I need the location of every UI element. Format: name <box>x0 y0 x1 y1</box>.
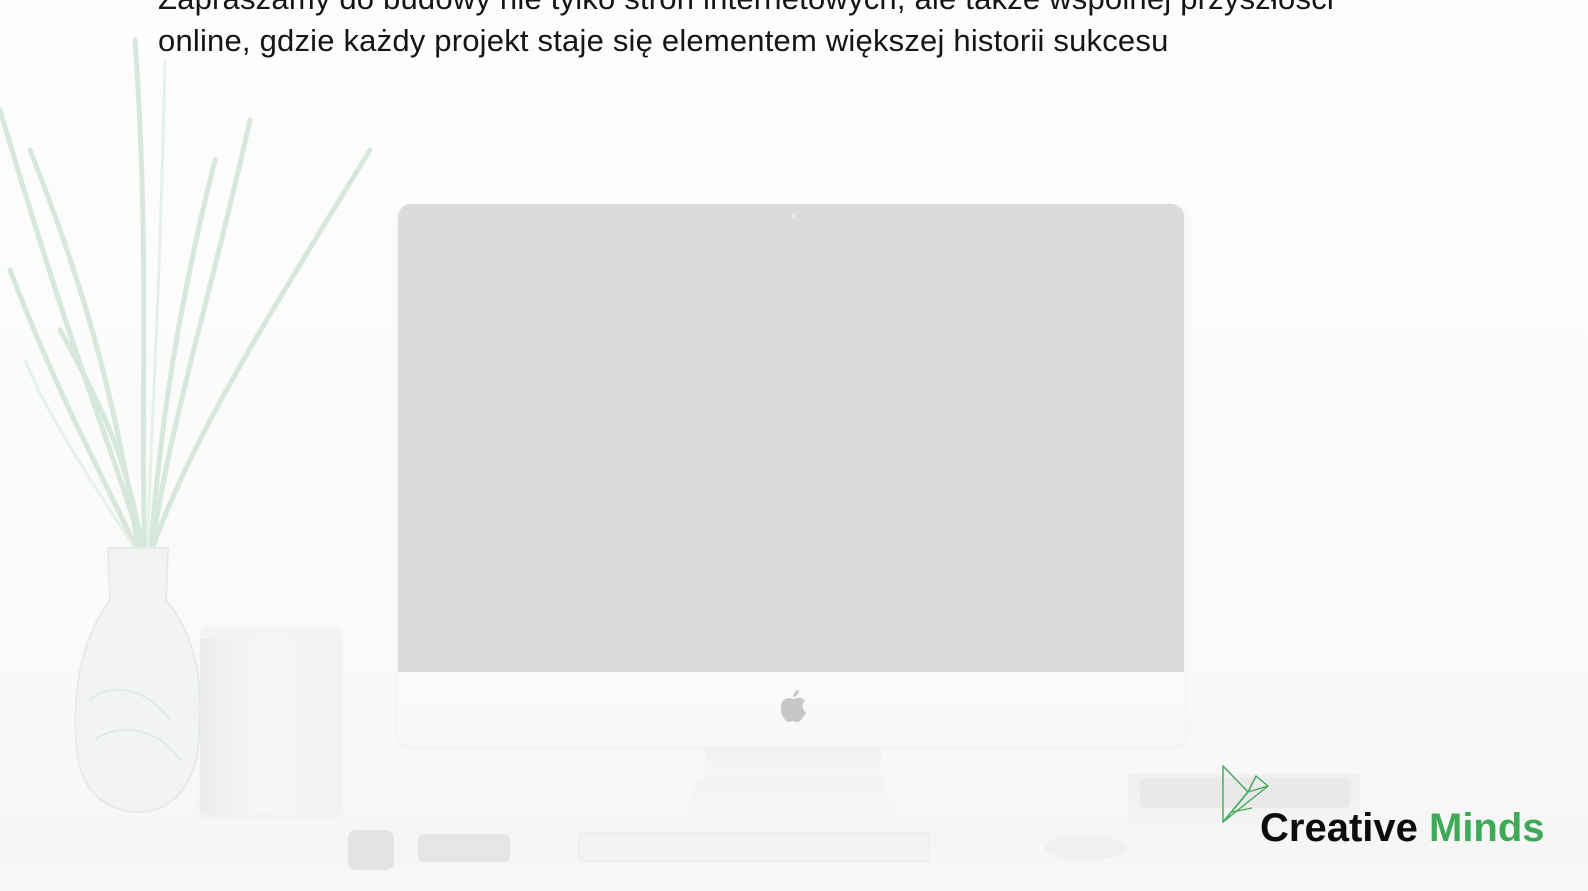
brand-logo-text[interactable]: Creative Minds <box>1260 804 1545 852</box>
page-root: Zapraszamy do budowy nie tylko stron int… <box>0 0 1588 891</box>
imac-screen <box>398 204 1184 672</box>
speaker <box>200 625 342 815</box>
imac-camera <box>792 214 796 218</box>
brand-word-creative: Creative <box>1260 806 1418 850</box>
imac-neck <box>705 746 881 778</box>
brand-word-minds: Minds <box>1429 806 1545 850</box>
keyboard <box>578 832 930 862</box>
smartwatch <box>348 830 394 870</box>
mouse <box>1044 836 1128 860</box>
phone <box>418 834 510 862</box>
apple-logo-icon <box>780 690 806 722</box>
